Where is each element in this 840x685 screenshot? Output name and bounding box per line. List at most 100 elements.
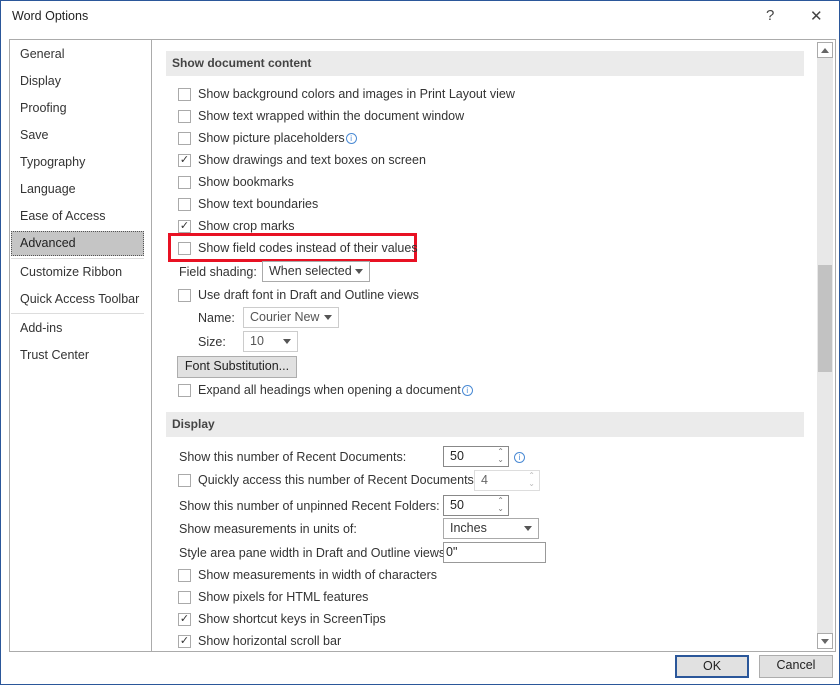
- checkbox-label: Expand all headings when opening a docum…: [198, 383, 461, 397]
- sidebar-item-general[interactable]: General: [20, 47, 64, 61]
- recent-folders-spinner[interactable]: 50 ⌃ ⌄: [443, 495, 509, 516]
- info-icon[interactable]: i: [345, 132, 357, 144]
- checkbox-option[interactable]: Show measurements in width of characters: [178, 566, 437, 584]
- sidebar-item-customize-ribbon[interactable]: Customize Ribbon: [20, 265, 122, 279]
- dropdown-value: When selected: [269, 264, 352, 278]
- spinner-arrows-icon[interactable]: ⌃ ⌄: [497, 448, 504, 464]
- sidebar-item-quick-access-toolbar[interactable]: Quick Access Toolbar: [20, 292, 139, 306]
- checkbox-option[interactable]: ✓ Show horizontal scroll bar: [178, 632, 341, 650]
- divider: [11, 313, 144, 314]
- close-button[interactable]: ✕: [810, 7, 823, 25]
- word-options-dialog: Word Options ? ✕ General Display Proofing S…: [0, 0, 840, 685]
- checkbox[interactable]: [178, 241, 191, 255]
- checkbox-option[interactable]: ✓ Show crop marks: [178, 217, 295, 235]
- scroll-thumb[interactable]: [818, 265, 832, 372]
- font-substitution-button[interactable]: Font Substitution...: [177, 356, 297, 378]
- name-label: Name:: [198, 311, 235, 325]
- checkbox[interactable]: [178, 288, 191, 302]
- help-button[interactable]: ?: [766, 7, 774, 24]
- checkbox-label: Show horizontal scroll bar: [198, 634, 342, 648]
- divider: [11, 258, 144, 259]
- checkbox-label: Show shortcut keys in ScreenTips: [198, 612, 386, 626]
- section-display: Display: [166, 412, 804, 437]
- dialog-title: Word Options: [12, 9, 89, 23]
- quick-access-spinner[interactable]: 4 ⌃ ⌄: [474, 470, 540, 491]
- checkbox-checked[interactable]: ✓: [178, 612, 191, 626]
- spinner-value: 4: [481, 473, 488, 487]
- checkbox[interactable]: [178, 473, 191, 487]
- scroll-down-button[interactable]: [817, 633, 833, 649]
- checkbox-checked[interactable]: ✓: [178, 153, 191, 167]
- checkbox[interactable]: [178, 590, 191, 604]
- recent-folders-label: Show this number of unpinned Recent Fold…: [179, 499, 440, 513]
- checkbox-label: Show text wrapped within the document wi…: [198, 109, 465, 123]
- checkbox[interactable]: [178, 109, 191, 123]
- checkbox-label: Quickly access this number of Recent Doc…: [198, 473, 478, 487]
- checkbox[interactable]: [178, 197, 191, 211]
- checkbox-option[interactable]: Show field codes instead of their values: [178, 239, 418, 257]
- section-show-document-content: Show document content: [166, 51, 804, 76]
- vertical-scrollbar[interactable]: [817, 42, 833, 649]
- sidebar-item-ease-of-access[interactable]: Ease of Access: [20, 209, 105, 223]
- checkbox-label: Show picture placeholders: [198, 131, 345, 145]
- recent-docs-spinner[interactable]: 50 ⌃ ⌄: [443, 446, 509, 467]
- units-dropdown[interactable]: Inches: [443, 518, 539, 539]
- size-label: Size:: [198, 335, 226, 349]
- checkbox[interactable]: [178, 175, 191, 189]
- checkbox-expand-headings[interactable]: Expand all headings when opening a docum…: [178, 381, 473, 399]
- checkbox-option[interactable]: Show picture placeholders i: [178, 129, 357, 147]
- sidebar-item-trust-center[interactable]: Trust Center: [20, 348, 89, 362]
- checkbox[interactable]: [178, 87, 191, 101]
- triangle-down-icon: [821, 639, 829, 644]
- checkbox-option[interactable]: Show background colors and images in Pri…: [178, 85, 515, 103]
- spinner-arrows-icon[interactable]: ⌃ ⌄: [497, 497, 504, 513]
- scroll-up-button[interactable]: [817, 42, 833, 58]
- checkbox[interactable]: [178, 131, 191, 145]
- sidebar-item-language[interactable]: Language: [20, 182, 76, 196]
- sidebar-item-add-ins[interactable]: Add-ins: [20, 321, 62, 335]
- field-shading-label: Field shading:: [179, 265, 257, 279]
- chevron-down-icon: [283, 339, 291, 344]
- chevron-down-icon: [524, 526, 532, 531]
- sidebar-item-advanced[interactable]: Advanced: [20, 236, 76, 250]
- spinner-arrows-icon[interactable]: ⌃ ⌄: [528, 472, 535, 488]
- cancel-button[interactable]: Cancel: [759, 655, 833, 678]
- font-name-dropdown[interactable]: Courier New: [243, 307, 339, 328]
- dropdown-value: 10: [250, 334, 264, 348]
- checkbox-label: Show measurements in width of characters: [198, 568, 437, 582]
- info-icon[interactable]: i: [514, 452, 525, 463]
- checkbox-option[interactable]: ✓ Show drawings and text boxes on screen: [178, 151, 426, 169]
- checkbox-option[interactable]: Show bookmarks: [178, 173, 294, 191]
- checkbox-draft-font[interactable]: Use draft font in Draft and Outline view…: [178, 286, 419, 304]
- style-area-input[interactable]: 0": [443, 542, 546, 563]
- options-pane: Show document content Field shading: Whe…: [151, 39, 836, 652]
- checkbox-checked[interactable]: ✓: [178, 219, 191, 233]
- recent-docs-label: Show this number of Recent Documents:: [179, 450, 407, 464]
- checkbox-option[interactable]: Show text wrapped within the document wi…: [178, 107, 464, 125]
- font-size-dropdown[interactable]: 10: [243, 331, 298, 352]
- sidebar-item-display[interactable]: Display: [20, 74, 61, 88]
- checkbox-label: Show background colors and images in Pri…: [198, 87, 515, 101]
- checkbox[interactable]: [178, 383, 191, 397]
- checkbox-option[interactable]: ✓ Show shortcut keys in ScreenTips: [178, 610, 386, 628]
- spinner-value: 50: [450, 498, 464, 512]
- checkbox-label: Show text boundaries: [198, 197, 319, 211]
- sidebar-item-proofing[interactable]: Proofing: [20, 101, 67, 115]
- dropdown-value: Inches: [450, 521, 487, 535]
- checkbox-option[interactable]: Show pixels for HTML features: [178, 588, 368, 606]
- checkbox-quick-access[interactable]: Quickly access this number of Recent Doc…: [178, 471, 477, 489]
- checkbox-option[interactable]: Show text boundaries: [178, 195, 318, 213]
- checkbox-checked[interactable]: ✓: [178, 634, 191, 648]
- info-icon[interactable]: i: [461, 384, 473, 396]
- chevron-down-icon: [355, 269, 363, 274]
- triangle-up-icon: [821, 48, 829, 53]
- checkbox-label: Show crop marks: [198, 219, 295, 233]
- sidebar: General Display Proofing Save Typography Lang…: [9, 39, 152, 652]
- checkbox-label: Use draft font in Draft and Outline view…: [198, 288, 419, 302]
- sidebar-item-save[interactable]: Save: [20, 128, 49, 142]
- field-shading-dropdown[interactable]: When selected: [262, 261, 370, 282]
- spinner-value: 50: [450, 449, 464, 463]
- sidebar-item-typography[interactable]: Typography: [20, 155, 85, 169]
- checkbox[interactable]: [178, 568, 191, 582]
- ok-button[interactable]: OK: [675, 655, 749, 678]
